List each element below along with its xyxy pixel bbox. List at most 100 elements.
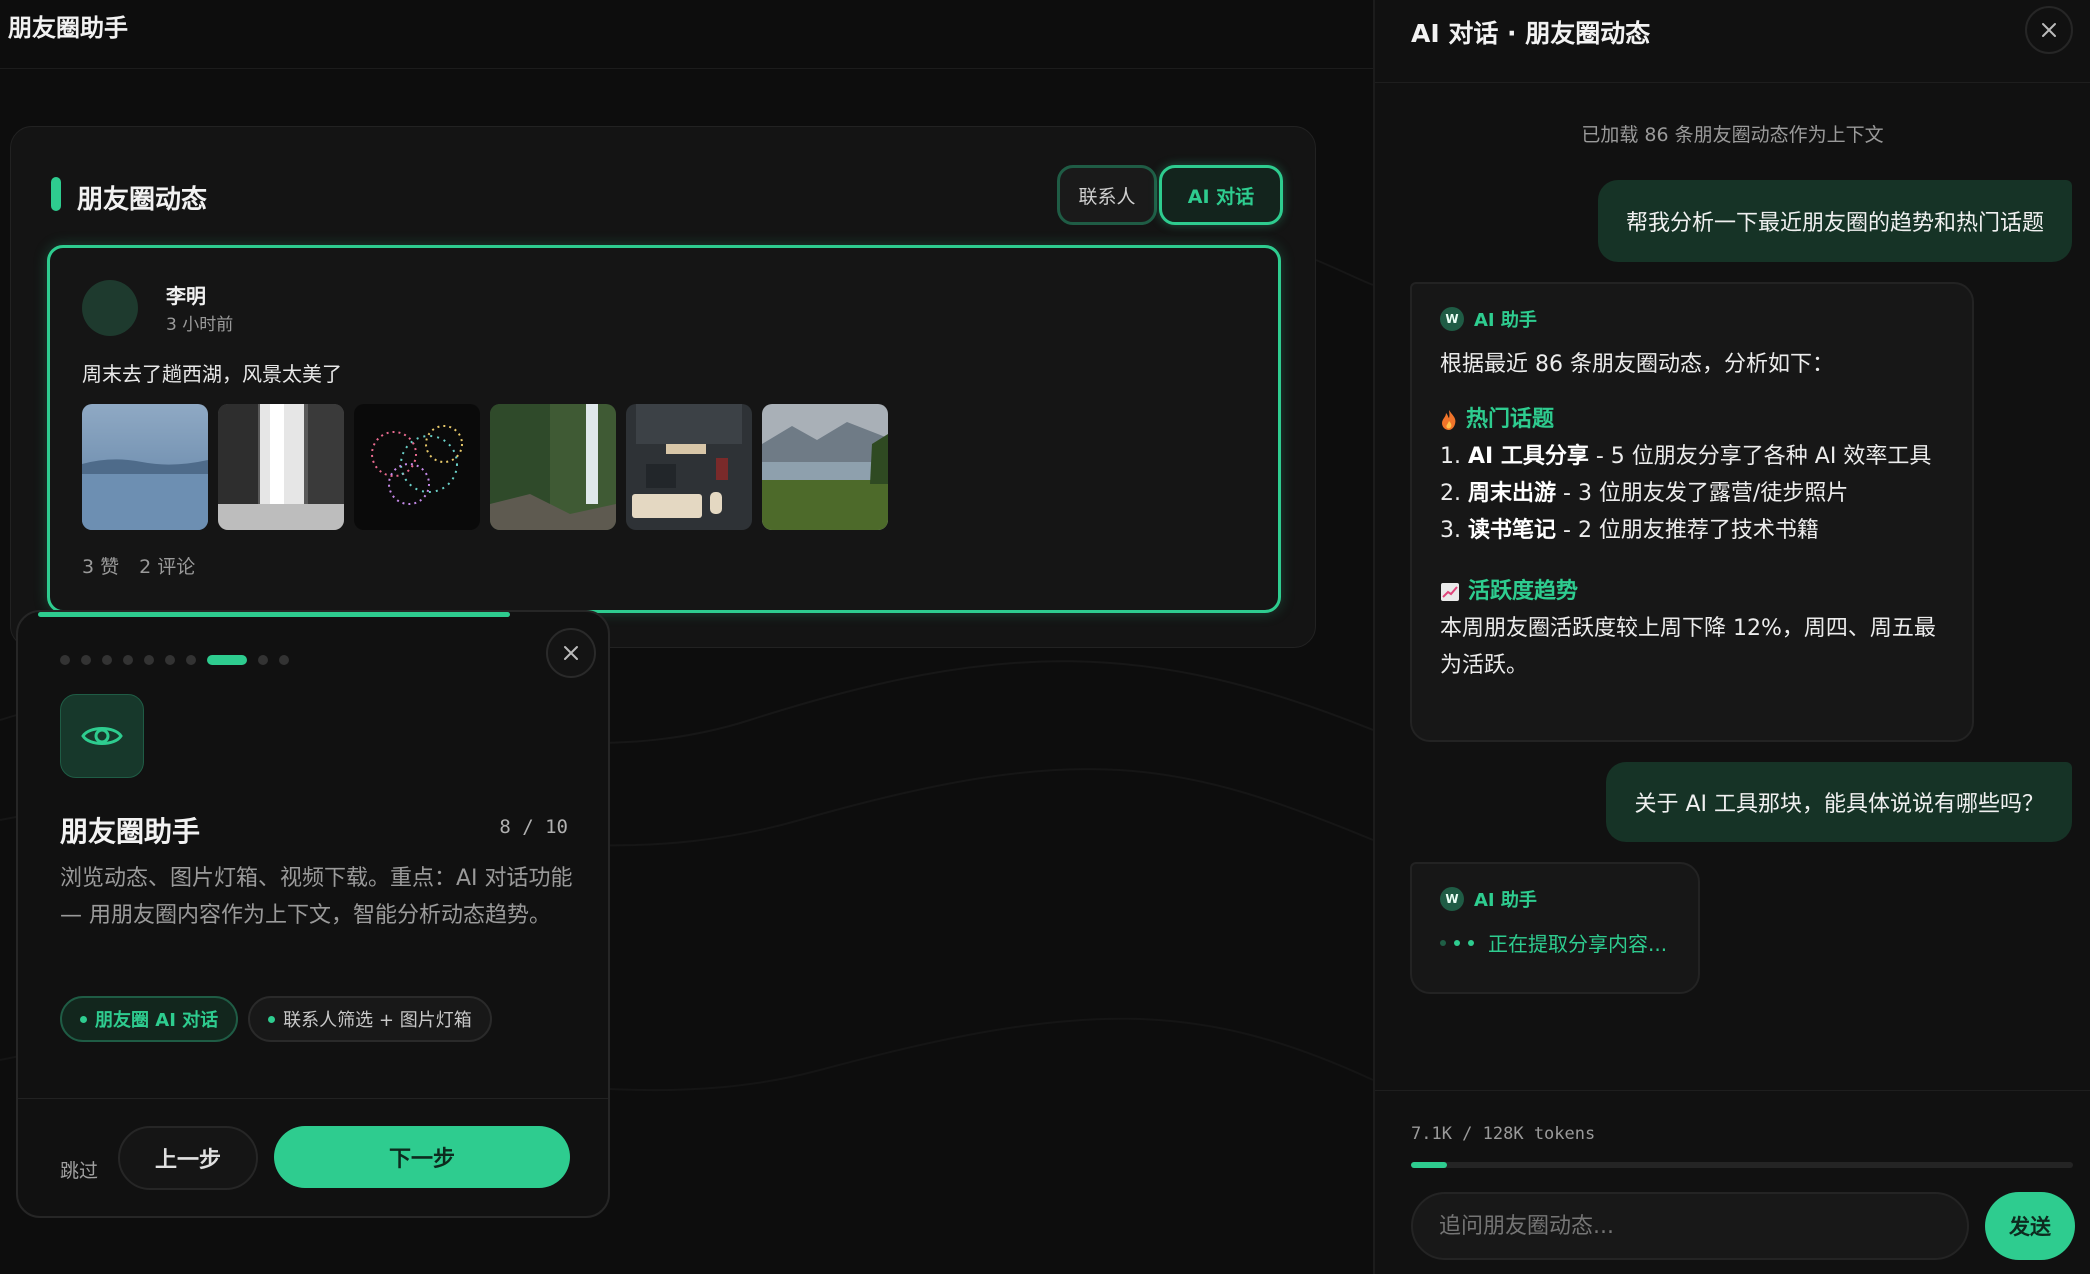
fire-icon [1442,409,1456,430]
tour-footer-divider [18,1098,608,1099]
post-photos [82,404,888,530]
item-topic: AI 工具分享 [1468,444,1589,469]
chip-dot [80,1015,87,1023]
hot-topic-item: 2. 周末出游 - 3 位朋友发了露营/徒步照片 [1440,475,1944,512]
user-message: 帮我分析一下最近朋友圈的趋势和热门话题 [1597,180,2072,262]
previous-step-button[interactable]: 上一步 [118,1126,258,1190]
chip-label: 联系人筛选 + 图片灯箱 [283,1010,472,1031]
chat-footer-divider [1375,1090,2090,1091]
token-usage-fill [1411,1162,1448,1168]
tour-dot-active[interactable] [207,655,247,665]
tour-dot[interactable] [81,655,91,665]
hot-topic-item: 3. 读书笔记 - 2 位朋友推荐了技术书籍 [1440,512,1944,549]
send-button[interactable]: 发送 [1985,1192,2075,1260]
chat-header-divider [1375,82,2090,83]
feed-title-accent [51,177,61,211]
waterfall-photo[interactable] [218,404,344,530]
comments-count[interactable]: 2 评论 [139,552,195,579]
tour-feature-chips: 朋友圈 AI 对话 联系人筛选 + 图片灯箱 [60,996,492,1042]
feed-title: 朋友圈动态 [77,185,208,215]
hot-topics-heading: 热门话题 [1440,401,1944,438]
ai-sender: W AI 助手 [1440,306,1944,332]
post-text: 周末去了趟西湖，风景太美了 [82,362,342,386]
ai-chat-panel: AI 对话 · 朋友圈动态 已加载 86 条朋友圈动态作为上下文 帮我分析一下最… [1373,0,2090,1274]
tour-dot[interactable] [258,655,268,665]
chip-ai-chat: 朋友圈 AI 对话 [60,996,239,1042]
tour-dot[interactable] [144,655,154,665]
hot-topic-item: 1. AI 工具分享 - 5 位朋友分享了各种 AI 效率工具 [1440,438,1944,475]
typing-text: 正在提取分享内容... [1488,932,1668,956]
app-title: 朋友圈助手 [8,14,128,42]
activity-trend-text: 本周朋友圈活跃度较上周下降 12%，周四、周五最为活跃。 [1440,616,1936,678]
assistant-avatar: W [1440,307,1464,331]
tour-feature-icon [60,694,144,778]
forest-waterfall-photo[interactable] [490,404,616,530]
chat-title: AI 对话 · 朋友圈动态 [1411,19,1651,48]
item-detail: - 3 位朋友发了露营/徒步照片 [1556,481,1849,506]
onboarding-tour-card: 朋友圈助手 8 / 10 浏览动态、图片灯箱、视频下载。重点：AI 对话功能 —… [16,610,610,1218]
typing-dot [1454,939,1460,946]
chip-label: 朋友圈 AI 对话 [95,1010,219,1031]
ai-message: W AI 助手 根据最近 86 条朋友圈动态，分析如下： 热门话题 1. AI … [1410,282,1974,742]
activity-trend-heading: 活跃度趋势 [1440,573,1944,610]
assistant-name: AI 助手 [1474,890,1537,911]
close-icon [564,646,578,660]
typing-indicator: 正在提取分享内容... [1440,928,1670,957]
item-number: 1. [1440,444,1461,469]
avatar[interactable] [82,280,138,336]
feed-panel: 朋友圈动态 联系人 AI 对话 李明 3 小时前 周末去了趟西湖，风景太美了 3… [10,126,1316,648]
user-message: 关于 AI 工具那块，能具体说说有哪些吗？ [1606,762,2072,842]
hot-topics-title: 热门话题 [1466,407,1555,432]
chart-increasing-icon [1441,582,1459,601]
likes-count[interactable]: 3 赞 [82,552,119,579]
tour-dot[interactable] [102,655,112,665]
item-topic: 周末出游 [1468,481,1557,506]
tour-dot[interactable] [279,655,289,665]
token-usage-bar [1411,1162,2073,1168]
chip-dot [268,1015,276,1023]
tour-progress-bar [38,612,510,617]
typing-dot [1468,939,1474,946]
lake-photo[interactable] [82,404,208,530]
tab-ai-chat[interactable]: AI 对话 [1159,165,1283,225]
tour-dot[interactable] [165,655,175,665]
close-icon [2042,23,2056,37]
ai-message-body: 根据最近 86 条朋友圈动态，分析如下： 热门话题 1. AI 工具分享 - 5… [1440,346,1944,684]
tour-close-button[interactable] [546,628,596,678]
next-step-button[interactable]: 下一步 [274,1126,570,1188]
chat-close-button[interactable] [2025,6,2073,54]
tour-dot[interactable] [186,655,196,665]
context-note: 已加载 86 条朋友圈动态作为上下文 [1581,124,1884,146]
item-number: 3. [1440,518,1461,543]
chat-input[interactable] [1411,1192,1969,1260]
typing-dot [1440,939,1446,946]
item-number: 2. [1440,481,1461,506]
tour-step-counter: 8 / 10 [499,816,568,838]
tour-dot[interactable] [123,655,133,665]
ai-sender: W AI 助手 [1440,886,1670,912]
ai-intro: 根据最近 86 条朋友圈动态，分析如下： [1440,352,1834,377]
tour-dot[interactable] [60,655,70,665]
item-topic: 读书笔记 [1468,518,1557,543]
post-time: 3 小时前 [166,315,234,335]
post-stats: 3 赞 2 评论 [82,552,195,579]
tab-contacts[interactable]: 联系人 [1057,165,1157,225]
tour-title: 朋友圈助手 [60,815,201,848]
tour-description: 浏览动态、图片灯箱、视频下载。重点：AI 对话功能 — 用朋友圈内容作为上下文，… [60,866,573,928]
post-author[interactable]: 李明 [166,280,206,309]
assistant-avatar: W [1440,887,1464,911]
desk-setup-photo[interactable] [626,404,752,530]
post-card[interactable]: 李明 3 小时前 周末去了趟西湖，风景太美了 3 赞 2 评论 [47,245,1281,613]
eye-icon [81,727,123,745]
chip-contacts-lightbox: 联系人筛选 + 图片灯箱 [248,996,492,1042]
mountain-lake-photo[interactable] [762,404,888,530]
token-usage: 7.1K / 128K tokens [1411,1124,1596,1144]
assistant-name: AI 助手 [1474,310,1537,331]
top-divider [0,68,1373,69]
activity-trend-title: 活跃度趋势 [1468,579,1579,604]
item-detail: - 2 位朋友推荐了技术书籍 [1556,518,1819,543]
ai-message-typing: W AI 助手 正在提取分享内容... [1410,862,1700,994]
fireworks-photo[interactable] [354,404,480,530]
tour-step-dots [60,655,289,665]
skip-button[interactable]: 跳过 [60,1156,98,1183]
